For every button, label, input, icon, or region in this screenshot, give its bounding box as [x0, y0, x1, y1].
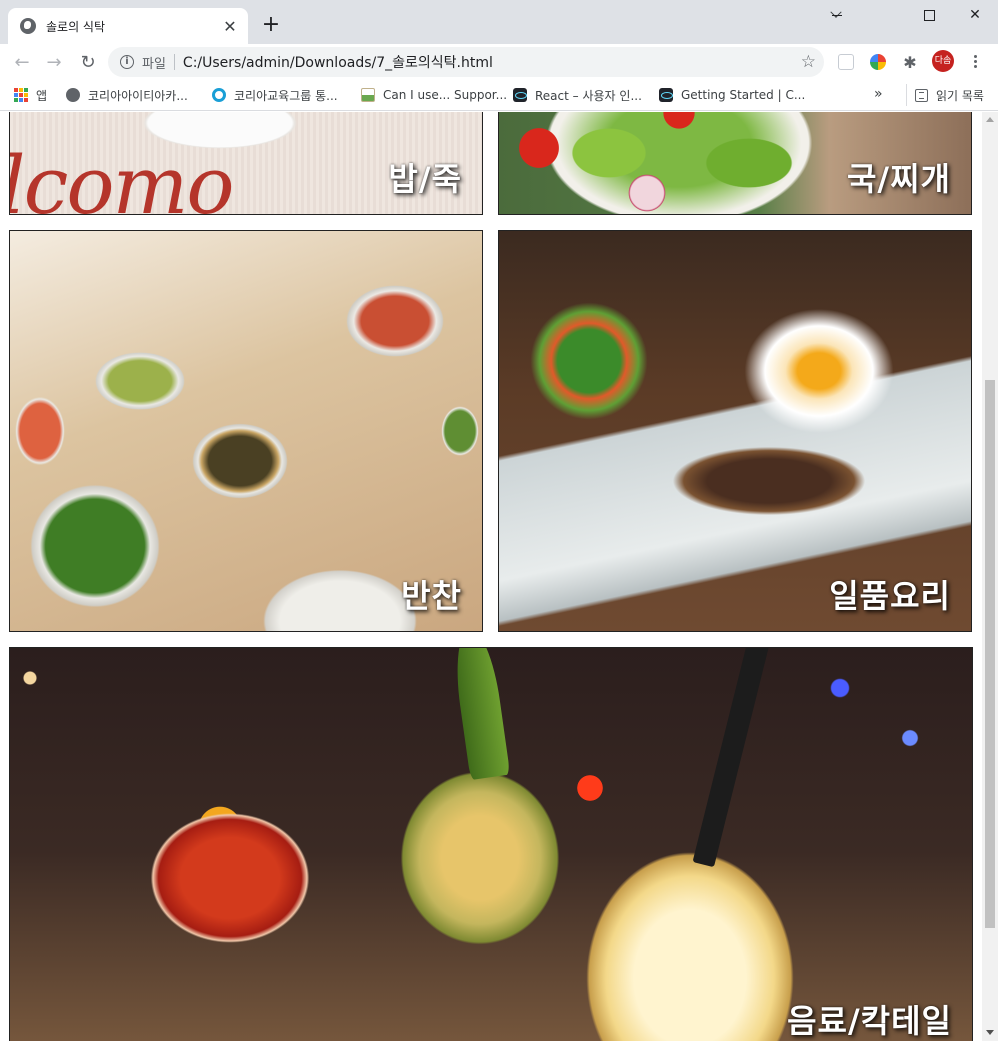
card-label: 일품요리 — [829, 577, 951, 615]
bookmark-koreait[interactable]: 코리아아이티아카... — [66, 84, 188, 106]
scroll-down-arrow-icon[interactable] — [986, 1030, 994, 1035]
more-bookmarks-chevron-icon[interactable]: » — [874, 86, 883, 102]
card-label: 음료/칵테일 — [787, 1002, 952, 1040]
caniuse-icon — [361, 88, 375, 102]
bookmark-caniuse[interactable]: Can I use... Suppor... — [361, 84, 507, 106]
back-button[interactable]: ← — [8, 48, 36, 76]
ring-icon — [212, 88, 226, 102]
menu-card-rice[interactable]: lcomo 밥/죽 — [9, 112, 483, 215]
card-label: 밥/죽 — [388, 160, 462, 198]
bookmark-label: Can I use... Suppor... — [383, 88, 508, 102]
menu-card-drinks[interactable]: 음료/칵테일 — [9, 647, 973, 1041]
omnibox-separator — [173, 54, 175, 70]
new-tab-button[interactable]: + — [258, 12, 284, 38]
straw-decoration — [692, 648, 770, 868]
bookmark-apps[interactable]: 앱 — [14, 84, 47, 106]
react-icon — [659, 88, 673, 102]
apps-grid-icon — [14, 88, 28, 102]
maximize-window-button[interactable] — [906, 0, 952, 30]
bookmark-korea-edu[interactable]: 코리아교육그룹 통... — [212, 84, 338, 106]
forward-button[interactable]: → — [40, 48, 68, 76]
browser-toolbar: ← → ↻ i 파일 C:/Users/admin/Downloads/7_솔로… — [0, 44, 998, 80]
menu-card-single-dish[interactable]: 일품요리 — [498, 230, 972, 632]
menu-card-soup[interactable]: 국/찌개 — [498, 112, 972, 215]
tab-close-icon[interactable]: ✕ — [222, 17, 238, 36]
bookmark-label: 앱 — [36, 88, 48, 103]
globe-icon — [66, 88, 80, 102]
address-bar[interactable]: i 파일 C:/Users/admin/Downloads/7_솔로의식탁.ht… — [108, 47, 824, 77]
profile-avatar[interactable]: 다솜 — [932, 50, 954, 72]
bookmark-label: 코리아아이티아카... — [88, 88, 188, 103]
tab-title: 솔로의 식탁 — [46, 19, 106, 34]
minimize-window-button[interactable] — [814, 0, 860, 30]
color-picker-extension-icon[interactable] — [868, 52, 888, 72]
puzzle-icon[interactable]: ✱ — [900, 52, 920, 72]
card-label: 반찬 — [401, 577, 462, 615]
page-viewport: lcomo 밥/죽 국/찌개 반찬 일품요리 음료/칵테일 — [0, 112, 998, 1041]
close-window-button[interactable]: ✕ — [952, 0, 998, 30]
browser-tab-active[interactable]: 솔로의 식탁 ✕ — [8, 8, 248, 44]
kebab-menu-icon[interactable] — [964, 50, 986, 72]
bookmark-label: 코리아교육그룹 통... — [234, 88, 338, 103]
vertical-scrollbar[interactable] — [982, 112, 998, 1041]
react-icon — [513, 88, 527, 102]
scheme-label: 파일 — [142, 56, 166, 72]
reading-list-button[interactable]: 읽기 목록 — [906, 84, 984, 106]
bookmark-label: React – 사용자 인... — [535, 88, 642, 103]
placemat-welcome-text: lcomo — [9, 139, 235, 215]
reading-list-icon — [915, 88, 928, 102]
menu-card-banchan[interactable]: 반찬 — [9, 230, 483, 632]
url-text[interactable]: C:/Users/admin/Downloads/7_솔로의식탁.html — [183, 52, 493, 72]
pineapple-leaf-decoration — [449, 648, 511, 781]
scroll-up-arrow-icon[interactable] — [986, 117, 994, 122]
site-info-icon[interactable]: i — [120, 55, 134, 69]
card-label: 국/찌개 — [846, 160, 951, 198]
reading-list-label: 읽기 목록 — [936, 88, 984, 103]
bookmark-star-icon[interactable]: ☆ — [801, 52, 816, 72]
scrollbar-thumb[interactable] — [985, 380, 995, 928]
globe-icon — [20, 18, 36, 34]
bookmark-getting-started[interactable]: Getting Started | C... — [659, 84, 805, 106]
reload-button[interactable]: ↻ — [74, 48, 102, 76]
tab-strip: 솔로의 식탁 ✕ + ✕ — [0, 0, 998, 44]
extension-blank-icon[interactable] — [836, 52, 856, 72]
bookmark-react-docs[interactable]: React – 사용자 인... — [513, 84, 642, 106]
bookmarks-bar: 앱 코리아아이티아카... 코리아교육그룹 통... Can I use... … — [0, 80, 998, 111]
bookmark-label: Getting Started | C... — [681, 88, 806, 102]
